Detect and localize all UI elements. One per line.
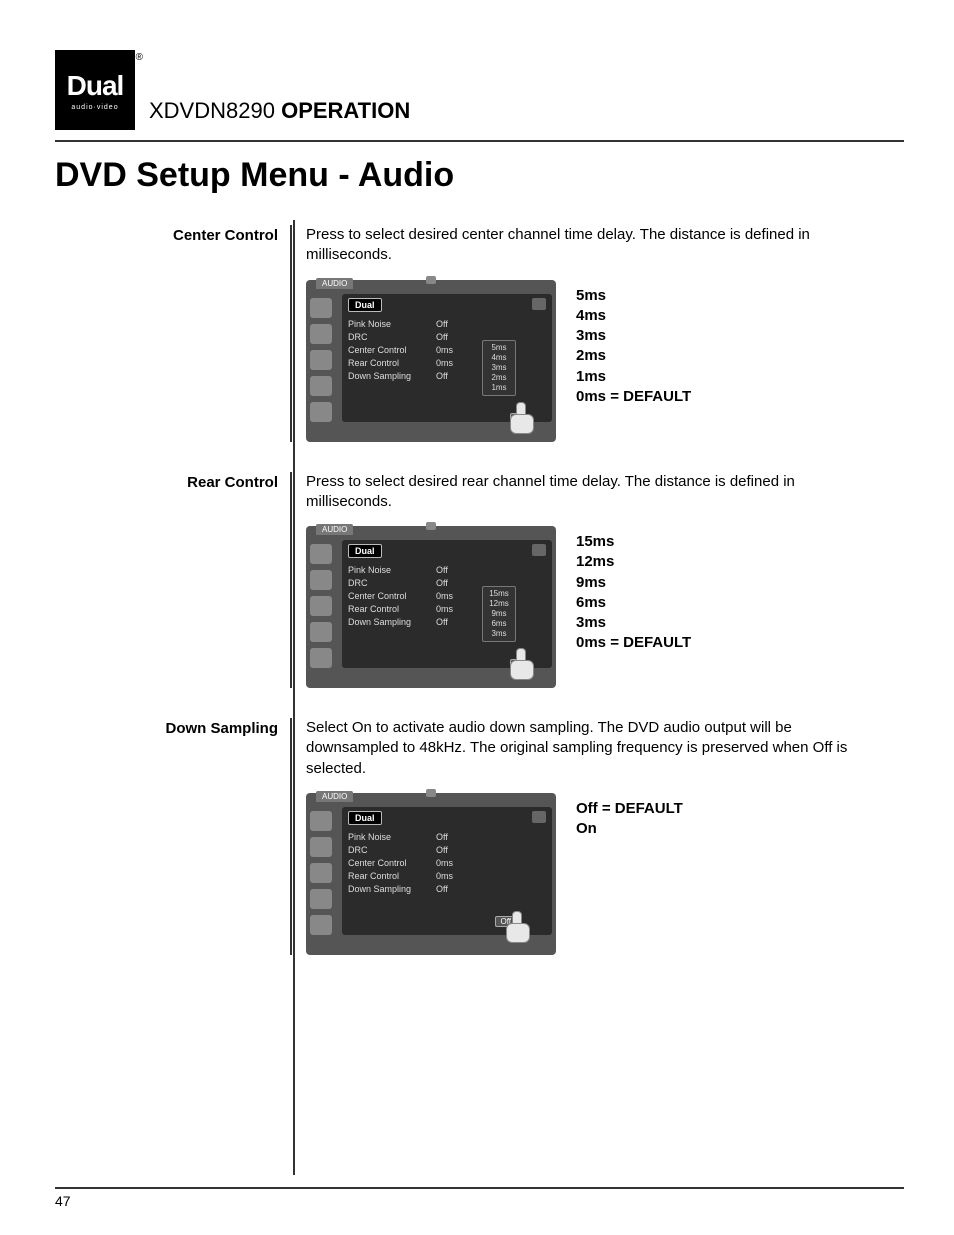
side-icon [310,596,332,616]
menu-row-center: Center Control0ms [348,591,546,601]
menu-panel: Dual Pink NoiseOff DRCOff Center Control… [342,540,552,668]
section-description: Press to select desired center channel t… [306,225,866,266]
value-option: On [576,819,683,839]
section-down-sampling: Down Sampling Select On to activate audi… [55,718,904,955]
value-option: 3ms [576,326,691,346]
value-option: 0ms = DEFAULT [576,387,691,407]
audio-tab: AUDIO [316,278,353,289]
sidebar-icons [310,294,336,422]
side-icon [310,298,332,318]
screenshot-center: AUDIO Dual Pink NoiseOff DRCOff [306,280,556,442]
model-number: XDVDN8290 [149,98,275,123]
section-description: Press to select desired rear channel tim… [306,472,866,513]
logo-text: Dual [67,70,124,102]
value-option: 15ms [576,532,691,552]
hand-pointer-icon [504,911,534,945]
menu-row-pinknoise: Pink NoiseOff [348,319,546,329]
menu-panel: Dual Pink NoiseOff DRCOff Center Control… [342,294,552,422]
sidebar-icons [310,807,336,935]
menu-row-down: Down SamplingOff [348,884,546,894]
section-label: Center Control [55,225,290,442]
popup-options-rear: 15ms 12ms 9ms 6ms 3ms [482,586,516,642]
sidebar-icons [310,540,336,668]
menu-row-drc: DRCOff [348,578,546,588]
value-option: 12ms [576,552,691,572]
menu-row-pinknoise: Pink NoiseOff [348,832,546,842]
screenshot-down: AUDIO Dual Pink NoiseOff DRCOff [306,793,556,955]
audio-tab: AUDIO [316,791,353,802]
value-option: 6ms [576,593,691,613]
value-option: 1ms [576,367,691,387]
side-icon [310,324,332,344]
side-icon [310,648,332,668]
section-label: Down Sampling [55,718,290,955]
brand-logo: ® Dual audio·video [55,50,135,130]
screenshot-rear: AUDIO Dual Pink NoiseOff DRCOff [306,526,556,688]
menu-row-drc: DRCOff [348,332,546,342]
vertical-divider [293,220,295,1175]
header-rule [55,140,904,142]
hand-pointer-icon [508,648,538,682]
page-header: ® Dual audio·video XDVDN8290 OPERATION [55,50,904,130]
page-title: DVD Setup Menu - Audio [55,156,904,195]
value-option: 3ms [576,613,691,633]
footer-rule [55,1187,904,1189]
value-option: 2ms [576,346,691,366]
value-list-rear: 15ms 12ms 9ms 6ms 3ms 0ms = DEFAULT [576,526,691,654]
logo-subtext: audio·video [71,104,118,111]
menu-row-pinknoise: Pink NoiseOff [348,565,546,575]
panel-logo: Dual [348,811,382,825]
footer: 47 [55,1187,904,1209]
menu-panel: Dual Pink NoiseOff DRCOff Center Control… [342,807,552,935]
menu-row-drc: DRCOff [348,845,546,855]
side-icon [310,376,332,396]
audio-tab: AUDIO [316,524,353,535]
menu-row-center: Center Control0ms [348,345,546,355]
value-option: Off = DEFAULT [576,799,683,819]
side-icon [310,889,332,909]
value-option: 9ms [576,573,691,593]
value-option: 5ms [576,286,691,306]
side-icon [310,863,332,883]
value-option: 4ms [576,306,691,326]
side-icon [310,837,332,857]
top-notch-icon [426,276,436,284]
section-description: Select On to activate audio down samplin… [306,718,866,779]
section-label: Rear Control [55,472,290,689]
model-heading: XDVDN8290 OPERATION [149,98,410,130]
menu-row-rear: Rear Control0ms [348,358,546,368]
registered-mark: ® [136,52,143,63]
hand-pointer-icon [508,402,538,436]
menu-row-rear: Rear Control0ms [348,871,546,881]
panel-logo: Dual [348,544,382,558]
side-icon [310,811,332,831]
side-icon [310,544,332,564]
value-option: 0ms = DEFAULT [576,633,691,653]
value-list-center: 5ms 4ms 3ms 2ms 1ms 0ms = DEFAULT [576,280,691,408]
side-icon [310,350,332,370]
top-notch-icon [426,522,436,530]
section-center-control: Center Control Press to select desired c… [55,225,904,442]
side-icon [310,622,332,642]
side-icon [310,402,332,422]
page-number: 47 [55,1193,904,1209]
section-rear-control: Rear Control Press to select desired rea… [55,472,904,689]
operation-label: OPERATION [281,98,410,123]
popup-options-center: 5ms 4ms 3ms 2ms 1ms [482,340,516,396]
value-list-down: Off = DEFAULT On [576,793,683,840]
panel-logo: Dual [348,298,382,312]
top-notch-icon [426,789,436,797]
side-icon [310,570,332,590]
menu-row-rear: Rear Control0ms [348,604,546,614]
back-icon [532,298,546,310]
back-icon [532,544,546,556]
menu-row-down: Down SamplingOff [348,371,546,381]
menu-row-down: Down SamplingOff [348,617,546,627]
menu-row-center: Center Control0ms [348,858,546,868]
side-icon [310,915,332,935]
back-icon [532,811,546,823]
